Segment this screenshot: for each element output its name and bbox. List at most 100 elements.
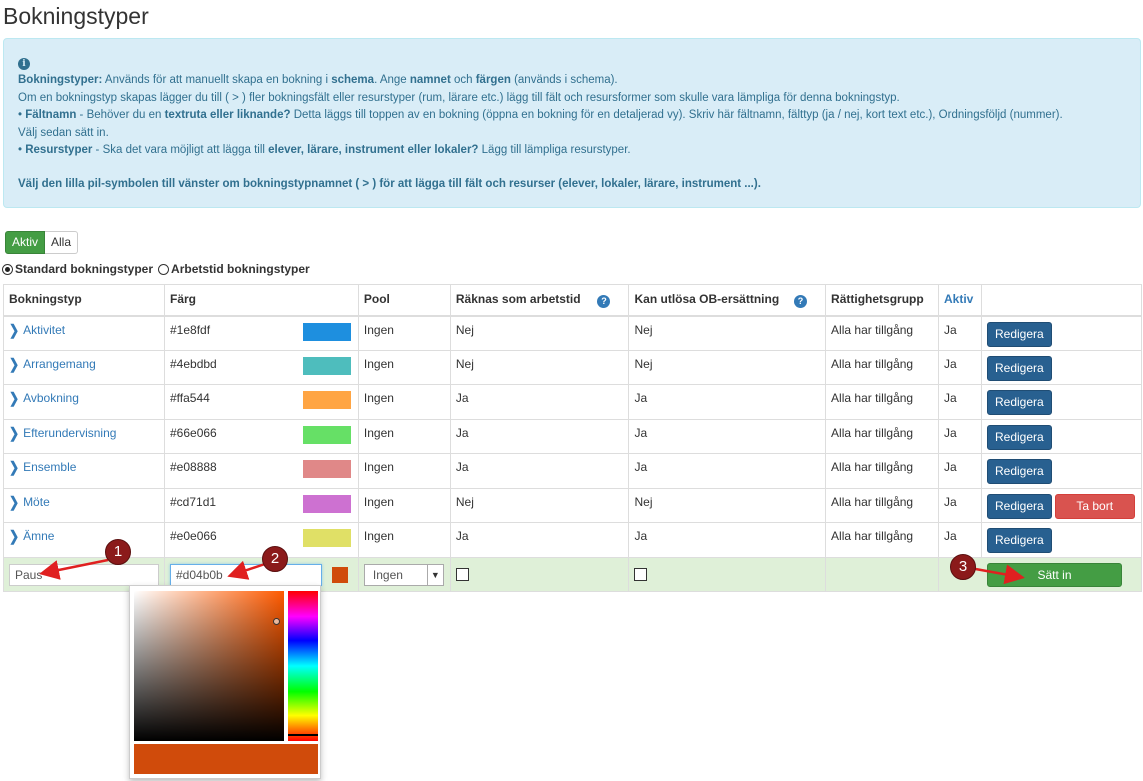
header-color[interactable]: Färg: [164, 284, 359, 317]
chevron-right-icon[interactable]: ❯: [9, 459, 19, 476]
filter-active-button[interactable]: Aktiv: [5, 231, 46, 254]
cell-worktime: Ja: [449, 418, 630, 454]
table-row: ❯ Ämne #e0e066 Ingen Ja Ja Alla har tillgång Ja…: [3, 522, 1143, 558]
chevron-right-icon[interactable]: ❯: [9, 390, 19, 407]
cell-actions: Redigera: [980, 522, 1143, 558]
callout-2: 2: [262, 546, 288, 572]
booking-type-link[interactable]: Möte: [23, 495, 50, 509]
cell-worktime: Nej: [449, 315, 630, 351]
cell-rights: Alla har tillgång: [825, 487, 939, 523]
info-line-3: • Fältnamn - Behöver du en textruta elle…: [18, 109, 1063, 122]
saturation-value-area[interactable]: [134, 591, 284, 741]
cell-rights: Alla har tillgång: [825, 418, 939, 454]
booking-type-link[interactable]: Aktivitet: [23, 323, 65, 337]
header-active[interactable]: Aktiv: [938, 284, 982, 317]
color-code: #cd71d1: [170, 494, 217, 509]
radio-standard[interactable]: [2, 263, 13, 275]
cell-pool: Ingen: [357, 384, 451, 420]
insert-button[interactable]: Sätt in: [987, 562, 1122, 587]
edit-button[interactable]: Redigera: [986, 390, 1052, 415]
cell-actions: Redigera: [980, 349, 1143, 385]
info-box: i Bokningstyper: Används för att manuell…: [3, 38, 1141, 208]
booking-type-link[interactable]: Ensemble: [23, 460, 76, 474]
booking-type-link[interactable]: Avbokning: [23, 391, 79, 405]
cell-type: ❯ Avbokning: [3, 384, 165, 420]
cell-type: ❯ Ämne: [3, 522, 165, 558]
edit-button[interactable]: Redigera: [986, 355, 1052, 381]
booking-types-table: Bokningstyp Färg Pool Räknas som arbetst…: [3, 284, 1143, 592]
cell-color: #cd71d1: [164, 487, 359, 523]
new-color-swatch[interactable]: [331, 566, 348, 583]
color-swatch: [302, 356, 351, 375]
radio-standard-label: Standard bokningstyper: [15, 262, 154, 276]
cell-pool: Ingen: [357, 315, 451, 351]
delete-button[interactable]: Ta bort: [1054, 493, 1135, 519]
color-swatch: [302, 529, 351, 547]
booking-type-link[interactable]: Arrangemang: [23, 357, 96, 371]
info-line-2: Om en bokningstyp skapas lägger du till …: [18, 91, 900, 104]
info-line-1: Bokningstyper: Används för att manuellt …: [18, 74, 618, 87]
header-ob[interactable]: Kan utlösa OB-ersättning: [634, 292, 779, 306]
chevron-right-icon[interactable]: ❯: [9, 528, 19, 545]
help-icon[interactable]: ?: [597, 295, 611, 308]
filter-all-button[interactable]: Alla: [45, 231, 79, 254]
cell-active: Ja: [938, 487, 982, 523]
table-header-row: Bokningstyp Färg Pool Räknas som arbetst…: [3, 284, 1143, 317]
cell-type: ❯ Aktivitet: [3, 315, 165, 351]
radio-arbetstid[interactable]: [158, 263, 170, 275]
cell-pool: Ingen: [357, 487, 451, 523]
cell-ob: Ja: [628, 418, 827, 454]
color-code: #ffa544: [170, 391, 210, 405]
booking-type-link[interactable]: Efterundervisning: [23, 426, 116, 440]
header-type[interactable]: Bokningstyp: [3, 284, 165, 317]
cell-pool: Ingen: [357, 522, 451, 558]
edit-button[interactable]: Redigera: [986, 493, 1052, 519]
table-row: ❯ Möte #cd71d1 Ingen Nej Nej Alla har tillgång…: [3, 487, 1143, 523]
color-picker-popup: [129, 585, 321, 779]
booking-type-link[interactable]: Ämne: [23, 529, 54, 543]
edit-button[interactable]: Redigera: [986, 321, 1052, 347]
color-swatch: [302, 322, 351, 341]
info-icon: i: [18, 58, 30, 70]
chevron-right-icon[interactable]: ❯: [9, 321, 19, 338]
info-line-5: • Resurstyper - Ska det vara möjligt att…: [18, 144, 631, 157]
chevron-right-icon[interactable]: ❯: [9, 493, 19, 510]
edit-button[interactable]: Redigera: [986, 528, 1052, 553]
cell-ob: Ja: [628, 384, 827, 420]
cell-type: ❯ Arrangemang: [3, 349, 165, 385]
hue-slider[interactable]: [288, 591, 318, 741]
header-pool[interactable]: Pool: [357, 284, 451, 317]
cell-active: Ja: [938, 384, 982, 420]
worktime-checkbox[interactable]: [455, 567, 469, 581]
cell-color: #e0e066: [164, 522, 359, 558]
pool-select[interactable]: Ingen ▼: [363, 563, 444, 586]
type-radio-group: Standard bokningstyper Arbetstid bokning…: [2, 262, 310, 276]
cell-type: ❯ Ensemble: [3, 453, 165, 489]
cell-worktime: Nej: [449, 487, 630, 523]
callout-1: 1: [105, 539, 131, 565]
edit-button[interactable]: Redigera: [986, 424, 1052, 450]
cell-ob: Nej: [628, 487, 827, 523]
header-worktime[interactable]: Räknas som arbetstid: [456, 292, 581, 306]
color-swatch: [302, 494, 351, 513]
info-line-4: Välj sedan sätt in.: [18, 126, 109, 139]
hue-handle[interactable]: [288, 734, 318, 736]
cell-type: ❯ Möte: [3, 487, 165, 523]
info-line-6: Välj den lilla pil-symbolen till vänster…: [18, 178, 761, 191]
new-name-input[interactable]: [9, 563, 159, 586]
ob-checkbox[interactable]: [634, 567, 648, 581]
header-actions: [980, 284, 1143, 317]
chevron-right-icon[interactable]: ❯: [9, 355, 19, 372]
header-rights[interactable]: Rättighetsgrupp: [825, 284, 939, 317]
color-preview: [134, 744, 318, 774]
saturation-value-handle[interactable]: [273, 618, 280, 625]
edit-button[interactable]: Redigera: [986, 459, 1052, 484]
filter-toggle-group: Aktiv Alla: [5, 231, 79, 254]
help-icon[interactable]: ?: [794, 295, 808, 308]
cell-actions: Redigera: [980, 453, 1143, 489]
cell-rights: Alla har tillgång: [825, 453, 939, 489]
chevron-right-icon[interactable]: ❯: [9, 424, 19, 441]
cell-actions: Redigera: [980, 384, 1143, 420]
new-color-input[interactable]: [170, 563, 322, 586]
table-row: ❯ Avbokning #ffa544 Ingen Ja Ja Alla har tillg…: [3, 384, 1143, 420]
